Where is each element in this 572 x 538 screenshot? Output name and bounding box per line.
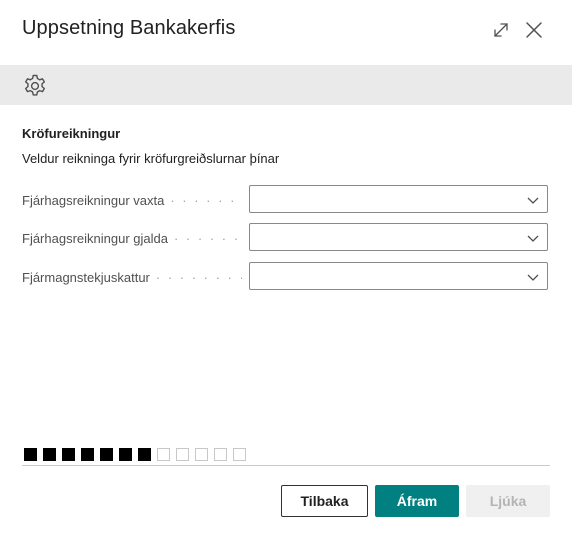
chevron-down-icon <box>527 235 539 242</box>
progress-step-pending <box>214 448 227 461</box>
field-label: Fjármagnstekjuskattur· · · · · · · · · ·… <box>22 270 242 285</box>
progress-step-pending <box>233 448 246 461</box>
field-label: Fjárhagsreikningur vaxta· · · · · · · · … <box>22 193 242 208</box>
footer-divider <box>22 465 550 466</box>
interest-account-select[interactable] <box>249 185 548 213</box>
field-label: Fjárhagsreikningur gjalda· · · · · · · ·… <box>22 231 242 246</box>
wizard-dialog: Uppsetning Bankakerfis Kröfureikningur V… <box>0 0 572 538</box>
field-row-capital-tax: Fjármagnstekjuskattur· · · · · · · · · ·… <box>22 262 550 292</box>
dialog-title: Uppsetning Bankakerfis <box>22 17 236 39</box>
progress-step-complete <box>62 448 75 461</box>
chevron-down-icon <box>527 274 539 281</box>
back-button[interactable]: Tilbaka <box>281 485 368 517</box>
progress-step-complete <box>138 448 151 461</box>
progress-step-pending <box>176 448 189 461</box>
field-row-expense-account: Fjárhagsreikningur gjalda· · · · · · · ·… <box>22 223 550 253</box>
close-button[interactable] <box>523 19 545 41</box>
progress-step-pending <box>195 448 208 461</box>
next-button[interactable]: Áfram <box>375 485 459 517</box>
chevron-down-icon <box>527 197 539 204</box>
expand-icon <box>494 23 508 37</box>
section-heading: Kröfureikningur <box>22 126 121 141</box>
close-icon <box>526 22 542 38</box>
capital-tax-select[interactable] <box>249 262 548 290</box>
progress-step-complete <box>24 448 37 461</box>
expand-button[interactable] <box>490 19 512 41</box>
section-description: Veldur reikninga fyrir kröfurgreiðslurna… <box>22 151 280 166</box>
finish-button[interactable]: Ljúka <box>466 485 550 517</box>
expense-account-select[interactable] <box>249 223 548 251</box>
field-row-interest-account: Fjárhagsreikningur vaxta· · · · · · · · … <box>22 185 550 215</box>
progress-step-complete <box>43 448 56 461</box>
settings-button[interactable] <box>22 73 48 99</box>
progress-step-pending <box>157 448 170 461</box>
progress-step-complete <box>100 448 113 461</box>
progress-step-complete <box>119 448 132 461</box>
gear-icon <box>25 74 45 96</box>
progress-step-complete <box>81 448 94 461</box>
action-bar <box>0 65 572 105</box>
